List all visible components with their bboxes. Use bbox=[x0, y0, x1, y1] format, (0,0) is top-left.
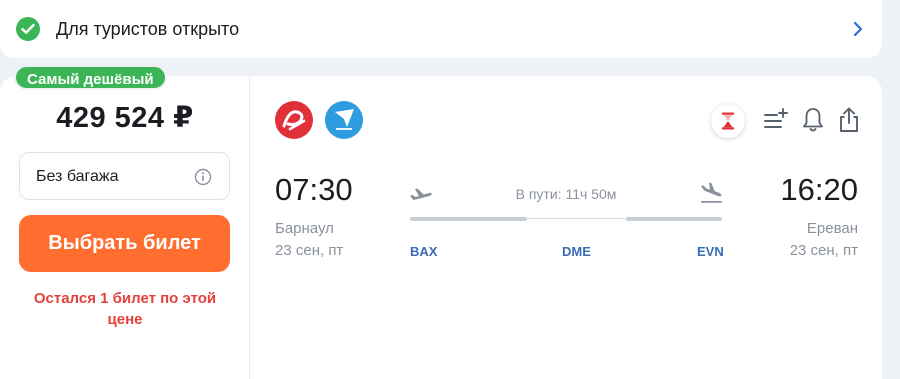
airport-code-origin: BAX bbox=[410, 244, 438, 259]
takeoff-plane-icon bbox=[410, 188, 432, 200]
arrival-date: 23 сен, пт bbox=[789, 242, 858, 259]
select-ticket-button[interactable]: Выбрать билет bbox=[19, 215, 230, 272]
bell-icon[interactable] bbox=[800, 106, 826, 134]
arrival-city: Ереван bbox=[806, 220, 858, 237]
departure-time: 07:30 bbox=[275, 172, 353, 207]
baggage-label: Без багажа bbox=[36, 168, 119, 185]
red-airline-logo bbox=[275, 101, 313, 139]
arrival-time: 16:20 bbox=[780, 172, 858, 207]
route-line bbox=[410, 217, 722, 221]
cheapest-badge: Самый дешёвый bbox=[14, 65, 167, 90]
baggage-selector[interactable]: Без багажа bbox=[19, 152, 230, 200]
route-segment-1 bbox=[410, 217, 527, 221]
flight-details[interactable]: 07:30 Барнаул 23 сен, пт В пути: 11ч 50м… bbox=[251, 76, 882, 379]
add-to-list-icon[interactable] bbox=[763, 106, 789, 134]
hourglass-icon bbox=[722, 112, 734, 130]
airport-code-destination: EVN bbox=[697, 244, 724, 259]
departure-city: Барнаул bbox=[275, 220, 334, 237]
landing-plane-icon bbox=[701, 182, 722, 203]
price-panel: Самый дешёвый 429 524 ₽ Без багажа Выбра… bbox=[0, 65, 250, 379]
price-timer-button[interactable] bbox=[711, 104, 745, 138]
last-ticket-warning: Остался 1 билет по этой цене bbox=[33, 290, 217, 328]
airport-code-transfer: DME bbox=[562, 244, 591, 259]
route-segment-2 bbox=[626, 217, 722, 221]
info-icon[interactable] bbox=[194, 168, 212, 186]
check-circle-icon bbox=[16, 17, 40, 41]
ticket-price: 429 524 ₽ bbox=[56, 102, 194, 134]
layover-gap bbox=[527, 218, 626, 219]
flight-duration: В пути: 11ч 50м bbox=[515, 186, 617, 202]
departure-date: 23 сен, пт bbox=[275, 242, 344, 259]
blue-airline-logo bbox=[325, 101, 363, 139]
ticket-card: Самый дешёвый 429 524 ₽ Без багажа Выбра… bbox=[0, 65, 882, 379]
share-icon[interactable] bbox=[836, 106, 862, 134]
notice-text: Для туристов открыто bbox=[56, 19, 240, 39]
tourist-notice-bar[interactable]: Для туристов открыто bbox=[0, 0, 882, 58]
chevron-right-icon[interactable] bbox=[852, 20, 864, 38]
